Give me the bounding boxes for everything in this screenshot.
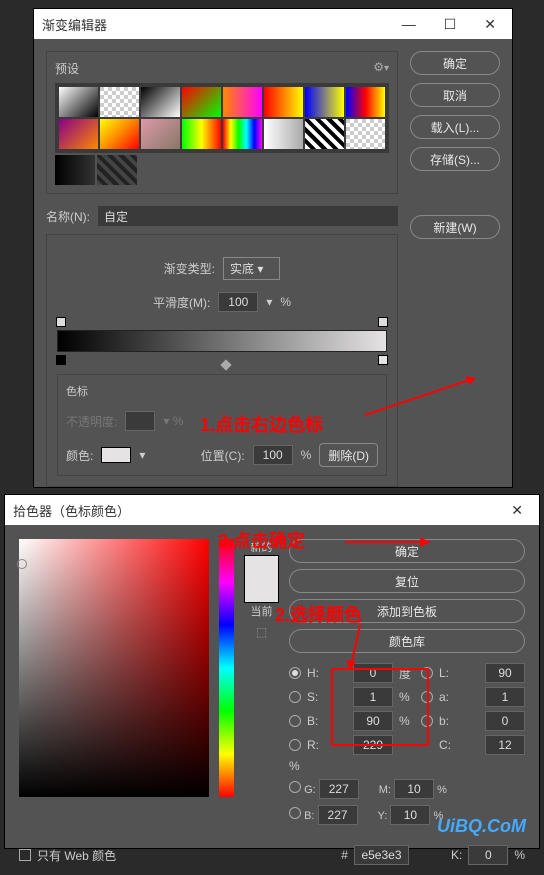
radio-bb[interactable]: [289, 807, 301, 819]
picker-title: 拾色器（色标颜色）: [13, 501, 130, 520]
m-input[interactable]: [394, 779, 434, 799]
color-chip[interactable]: [101, 447, 131, 463]
ok-button[interactable]: 确定: [410, 51, 500, 75]
radio-b2[interactable]: [421, 715, 433, 727]
picker-titlebar[interactable]: 拾色器（色标颜色） ✕: [5, 495, 539, 525]
gradient-settings-panel: 渐变类型: 实底 ▾ 平滑度(M): ▾ %: [46, 234, 398, 487]
library-button[interactable]: 颜色库: [289, 629, 525, 653]
hue-slider[interactable]: [219, 539, 234, 797]
radio-a[interactable]: [421, 691, 433, 703]
opacity-label: 不透明度:: [66, 413, 117, 430]
name-input[interactable]: [98, 206, 398, 226]
color-stop-left[interactable]: [56, 355, 66, 365]
preset-swatch[interactable]: [100, 87, 139, 117]
preset-swatch[interactable]: [223, 119, 262, 149]
web-only-label: 只有 Web 颜色: [37, 847, 116, 864]
preset-swatch[interactable]: [55, 155, 95, 185]
position-label: 位置(C):: [201, 447, 245, 464]
presets-panel: 预设 ⚙▾: [46, 51, 398, 194]
reset-button[interactable]: 复位: [289, 569, 525, 593]
gradient-editor-window: 渐变编辑器 — ☐ ✕ 预设 ⚙▾: [33, 8, 513, 488]
c-input[interactable]: [485, 735, 525, 755]
preset-swatch[interactable]: [223, 87, 262, 117]
new-button[interactable]: 新建(W): [410, 215, 500, 239]
gradient-title: 渐变编辑器: [42, 15, 107, 34]
save-button[interactable]: 存储(S)...: [410, 147, 500, 171]
radio-r[interactable]: [289, 739, 301, 751]
web-only-checkbox[interactable]: [19, 849, 31, 861]
saturation-field[interactable]: [19, 539, 209, 797]
preset-swatch[interactable]: [59, 87, 98, 117]
preset-swatch[interactable]: [141, 119, 180, 149]
gradient-titlebar[interactable]: 渐变编辑器 — ☐ ✕: [34, 9, 512, 39]
new-label: 新的: [244, 539, 279, 555]
s-input[interactable]: [353, 687, 393, 707]
ok-button[interactable]: 确定: [289, 539, 525, 563]
k-input[interactable]: [468, 845, 508, 865]
stops-label: 色标: [66, 383, 378, 399]
percent: %: [280, 295, 291, 309]
load-button[interactable]: 载入(L)...: [410, 115, 500, 139]
cube-icon[interactable]: ⬚: [244, 625, 279, 639]
preset-swatch[interactable]: [305, 119, 344, 149]
g-input[interactable]: [319, 779, 359, 799]
b2-input[interactable]: [485, 711, 525, 731]
type-select[interactable]: 实底 ▾: [223, 257, 280, 280]
preset-swatch[interactable]: [264, 87, 303, 117]
radio-s[interactable]: [289, 691, 301, 703]
radio-g[interactable]: [289, 781, 301, 793]
opacity-stop-right[interactable]: [378, 317, 388, 327]
maximize-icon[interactable]: ☐: [444, 16, 457, 33]
opacity-stop-left[interactable]: [56, 317, 66, 327]
bb-input[interactable]: [318, 805, 358, 825]
minimize-icon[interactable]: —: [402, 16, 416, 33]
preset-swatch[interactable]: [346, 119, 385, 149]
gradient-preview-bar[interactable]: [57, 330, 387, 352]
delete-button[interactable]: 删除(D): [319, 443, 378, 467]
r-input[interactable]: [353, 735, 393, 755]
preset-swatch[interactable]: [141, 87, 180, 117]
radio-h[interactable]: [289, 667, 301, 679]
preset-swatch[interactable]: [305, 87, 344, 117]
a-input[interactable]: [485, 687, 525, 707]
radio-b[interactable]: [289, 715, 301, 727]
color-preview: [244, 555, 279, 603]
b-input[interactable]: [353, 711, 393, 731]
preset-swatch[interactable]: [182, 119, 221, 149]
hex-input[interactable]: [354, 845, 409, 865]
smooth-label: 平滑度(M):: [153, 294, 210, 311]
value-grid: H:度 L: S:% a: B:% b: R: C:%: [289, 663, 525, 773]
presets-label: 预设: [55, 60, 79, 77]
radio-l[interactable]: [421, 667, 433, 679]
preset-swatch[interactable]: [100, 119, 139, 149]
preset-swatch[interactable]: [264, 119, 303, 149]
preset-swatch[interactable]: [346, 87, 385, 117]
close-icon[interactable]: ✕: [484, 16, 496, 33]
close-icon[interactable]: ✕: [511, 502, 523, 519]
gear-icon[interactable]: ⚙▾: [373, 60, 389, 77]
position-input[interactable]: [253, 445, 293, 465]
color-picker-window: 拾色器（色标颜色） ✕ 新的 当前 ⬚ 确定 复位 添加到色板 颜色库 H:度 …: [4, 494, 540, 849]
type-label: 渐变类型:: [164, 260, 215, 277]
l-input[interactable]: [485, 663, 525, 683]
current-label: 当前: [244, 603, 279, 619]
h-input[interactable]: [353, 663, 393, 683]
watermark: UiBQ.CoM: [437, 816, 526, 837]
cancel-button[interactable]: 取消: [410, 83, 500, 107]
preset-swatch[interactable]: [182, 87, 221, 117]
color-cursor[interactable]: [17, 559, 27, 569]
color-stop-right[interactable]: [378, 355, 388, 365]
color-label: 颜色:: [66, 447, 93, 464]
preset-swatch[interactable]: [59, 119, 98, 149]
preset-swatch[interactable]: [97, 155, 137, 185]
opacity-input: [125, 411, 155, 431]
smooth-input[interactable]: [218, 292, 258, 312]
preset-grid: [55, 83, 389, 153]
name-label: 名称(N):: [46, 208, 90, 225]
y-input[interactable]: [390, 805, 430, 825]
add-swatch-button[interactable]: 添加到色板: [289, 599, 525, 623]
